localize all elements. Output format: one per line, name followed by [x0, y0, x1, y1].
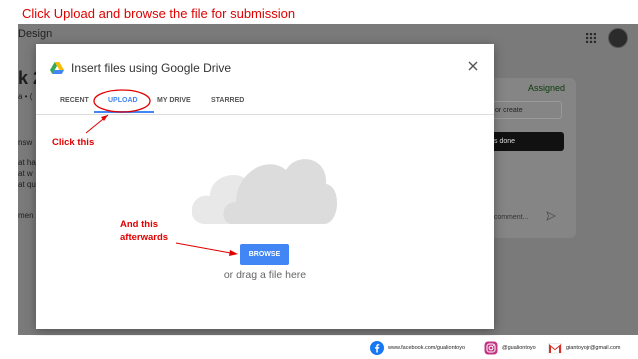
mark-as-done-button[interactable]: s done — [488, 132, 564, 151]
app-title: Design — [18, 28, 53, 40]
apps-grid-icon[interactable] — [585, 32, 597, 44]
footer-instagram: @gualiontoyo — [484, 341, 536, 355]
comments-fragment: men — [18, 211, 34, 220]
question-fragment: at w — [18, 169, 33, 178]
assigned-status: Assigned — [528, 83, 566, 93]
instagram-handle[interactable]: @gualiontoyo — [502, 345, 536, 351]
google-drive-icon — [50, 62, 64, 74]
tab-starred[interactable]: STARRED — [211, 97, 244, 104]
send-icon[interactable] — [546, 211, 556, 221]
instagram-icon — [484, 341, 498, 355]
question-fragment: at ha — [18, 158, 36, 167]
active-tab-indicator — [94, 111, 154, 113]
click-this-annotation: Click this — [52, 137, 95, 148]
add-or-create-button[interactable]: or create — [488, 101, 562, 119]
insert-files-dialog: Insert files using Google Drive RECENT U… — [36, 44, 494, 329]
dialog-title: Insert files using Google Drive — [71, 61, 232, 75]
cloud-upload-illustration — [192, 159, 338, 224]
afterwards-annotation: afterwards — [120, 232, 169, 243]
footer-facebook: www.facebook.com/gualiontoyo — [370, 341, 465, 355]
avatar[interactable] — [608, 28, 628, 48]
browse-button[interactable]: BROWSE — [240, 244, 289, 265]
facebook-icon — [370, 341, 384, 355]
question-fragment: nsw — [18, 138, 33, 147]
tab-my-drive[interactable]: MY DRIVE — [157, 97, 191, 104]
tab-upload[interactable]: UPLOAD — [108, 97, 138, 104]
tab-recent[interactable]: RECENT — [60, 97, 89, 104]
facebook-link[interactable]: www.facebook.com/gualiontoyo — [388, 345, 465, 351]
question-fragment: at qu — [18, 180, 36, 189]
comment-input[interactable]: e comment... — [488, 214, 528, 221]
close-icon[interactable] — [466, 59, 480, 73]
footer-email: giantoyojr@gmail.com — [548, 341, 621, 355]
and-this-annotation: And this — [120, 219, 158, 230]
assignment-meta-fragment: a • ( — [18, 92, 33, 101]
email-address[interactable]: giantoyojr@gmail.com — [566, 345, 621, 351]
drag-file-text: or drag a file here — [223, 269, 307, 281]
gmail-icon — [548, 343, 562, 354]
dialog-tabs: RECENT UPLOAD MY DRIVE STARRED — [36, 92, 494, 115]
footer-contact-bar: www.facebook.com/gualiontoyo @gualiontoy… — [0, 336, 638, 359]
instruction-text: Click Upload and browse the file for sub… — [22, 6, 296, 21]
